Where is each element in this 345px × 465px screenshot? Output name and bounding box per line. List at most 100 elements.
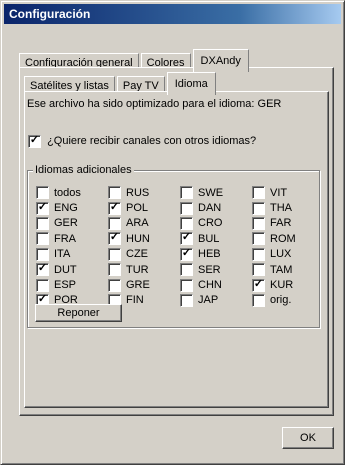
language-label: ESP <box>54 279 77 292</box>
language-option[interactable]: ✓ DUT <box>36 262 108 277</box>
language-checkbox[interactable] <box>108 216 121 230</box>
check-icon: ✓ <box>181 246 192 259</box>
language-checkbox[interactable] <box>180 263 193 277</box>
language-label: SER <box>198 263 221 276</box>
language-option[interactable]: CRO <box>180 216 252 231</box>
check-icon: ✓ <box>109 200 120 213</box>
language-option[interactable]: GRE <box>108 277 180 292</box>
language-checkbox[interactable] <box>36 278 49 292</box>
language-option[interactable]: ✓ KUR <box>252 277 324 292</box>
language-option[interactable]: ✓ ENG <box>36 200 108 215</box>
language-checkbox[interactable] <box>108 278 121 292</box>
language-checkbox[interactable] <box>36 186 49 200</box>
language-label: FIN <box>126 294 144 307</box>
language-checkbox[interactable] <box>252 232 265 246</box>
language-label: GRE <box>126 279 150 292</box>
additional-languages-title: Idiomas adicionales <box>33 164 134 176</box>
language-option[interactable]: CHN <box>180 277 252 292</box>
language-checkbox[interactable] <box>252 247 265 261</box>
language-label: TAM <box>270 263 293 276</box>
language-label: FRA <box>54 232 76 245</box>
language-checkbox[interactable] <box>108 263 121 277</box>
language-checkbox[interactable] <box>108 186 121 200</box>
tab-dxandy[interactable]: DXAndy <box>192 49 249 72</box>
language-label: ROM <box>270 232 296 245</box>
language-option[interactable]: THA <box>252 200 324 215</box>
language-label: KUR <box>270 279 294 292</box>
language-label: ENG <box>54 202 78 215</box>
language-checkbox[interactable] <box>180 216 193 230</box>
language-checkbox[interactable] <box>252 216 265 230</box>
language-checkbox[interactable] <box>36 247 49 261</box>
language-checkbox[interactable] <box>252 263 265 277</box>
language-checkbox[interactable]: ✓ <box>108 231 121 246</box>
configuration-dialog: Configuración Configuración general Colo… <box>0 0 345 465</box>
language-option[interactable]: ARA <box>108 216 180 231</box>
receive-other-languages-row[interactable]: ✓ ¿Quiere recibir canales con otros idio… <box>28 134 256 148</box>
language-option[interactable]: VIT <box>252 185 324 200</box>
language-option[interactable]: GER <box>36 216 108 231</box>
language-checkbox[interactable] <box>252 293 265 307</box>
language-checkbox[interactable] <box>108 247 121 261</box>
language-checkbox[interactable] <box>252 201 265 215</box>
check-icon: ✓ <box>181 231 192 244</box>
language-checkbox[interactable] <box>36 216 49 230</box>
language-option[interactable]: JAP <box>180 293 252 308</box>
language-option[interactable]: CZE <box>108 247 180 262</box>
language-label: todos <box>54 186 81 199</box>
language-label: LUX <box>270 248 292 261</box>
language-option[interactable]: ✓ BUL <box>180 231 252 246</box>
language-label: FAR <box>270 217 292 230</box>
language-option[interactable]: ✓ HUN <box>108 231 180 246</box>
language-option[interactable]: ROM <box>252 231 324 246</box>
language-label: DAN <box>198 202 222 215</box>
language-label: POL <box>126 202 149 215</box>
language-option[interactable]: TUR <box>108 262 180 277</box>
language-option[interactable]: DAN <box>180 200 252 215</box>
language-label: orig. <box>270 294 292 307</box>
language-option[interactable]: RUS <box>108 185 180 200</box>
ok-button[interactable]: OK <box>282 427 334 449</box>
language-checkbox[interactable]: ✓ <box>180 246 193 261</box>
language-option[interactable]: SER <box>180 262 252 277</box>
check-icon: ✓ <box>29 134 40 146</box>
language-option[interactable]: ITA <box>36 247 108 262</box>
language-option[interactable]: TAM <box>252 262 324 277</box>
language-option[interactable]: orig. <box>252 293 324 308</box>
language-checkbox[interactable]: ✓ <box>36 262 49 277</box>
optimized-language-text: Ese archivo ha sido optimizado para el i… <box>27 98 282 110</box>
additional-languages-group: Idiomas adicionales todos RUS SWE VIT ✓ ENG ✓ P… <box>27 164 320 328</box>
language-checkbox[interactable]: ✓ <box>252 277 265 292</box>
language-option[interactable]: LUX <box>252 247 324 262</box>
check-icon: ✓ <box>37 200 48 213</box>
reset-button[interactable]: Reponer <box>35 304 122 322</box>
language-checkbox[interactable] <box>180 293 193 307</box>
tab-idioma[interactable]: Idioma <box>166 72 216 95</box>
language-checkbox[interactable] <box>180 278 193 292</box>
window-title: Configuración <box>4 4 341 24</box>
language-option[interactable]: FAR <box>252 216 324 231</box>
language-label: ARA <box>126 217 149 230</box>
language-checkbox[interactable]: ✓ <box>108 200 121 215</box>
language-checkbox[interactable] <box>180 201 193 215</box>
language-option[interactable]: ✓ POL <box>108 200 180 215</box>
language-option[interactable]: FRA <box>36 231 108 246</box>
language-label: GER <box>54 217 78 230</box>
receive-other-languages-checkbox[interactable]: ✓ <box>28 134 41 148</box>
language-label: TUR <box>126 263 149 276</box>
language-label: RUS <box>126 186 150 199</box>
language-option[interactable]: ESP <box>36 277 108 292</box>
language-label: CZE <box>126 248 148 261</box>
dxandy-panel: Satélites y listas Pay TV Idioma Ese arc… <box>19 67 334 416</box>
language-checkbox[interactable] <box>252 186 265 200</box>
language-label: HUN <box>126 232 150 245</box>
language-checkbox[interactable]: ✓ <box>36 200 49 215</box>
check-icon: ✓ <box>37 262 48 275</box>
language-option[interactable]: ✓ HEB <box>180 247 252 262</box>
language-checkbox[interactable] <box>180 186 193 200</box>
check-icon: ✓ <box>253 277 264 290</box>
language-option[interactable]: SWE <box>180 185 252 200</box>
language-checkbox[interactable] <box>36 232 49 246</box>
language-option[interactable]: todos <box>36 185 108 200</box>
language-checkbox[interactable]: ✓ <box>180 231 193 246</box>
